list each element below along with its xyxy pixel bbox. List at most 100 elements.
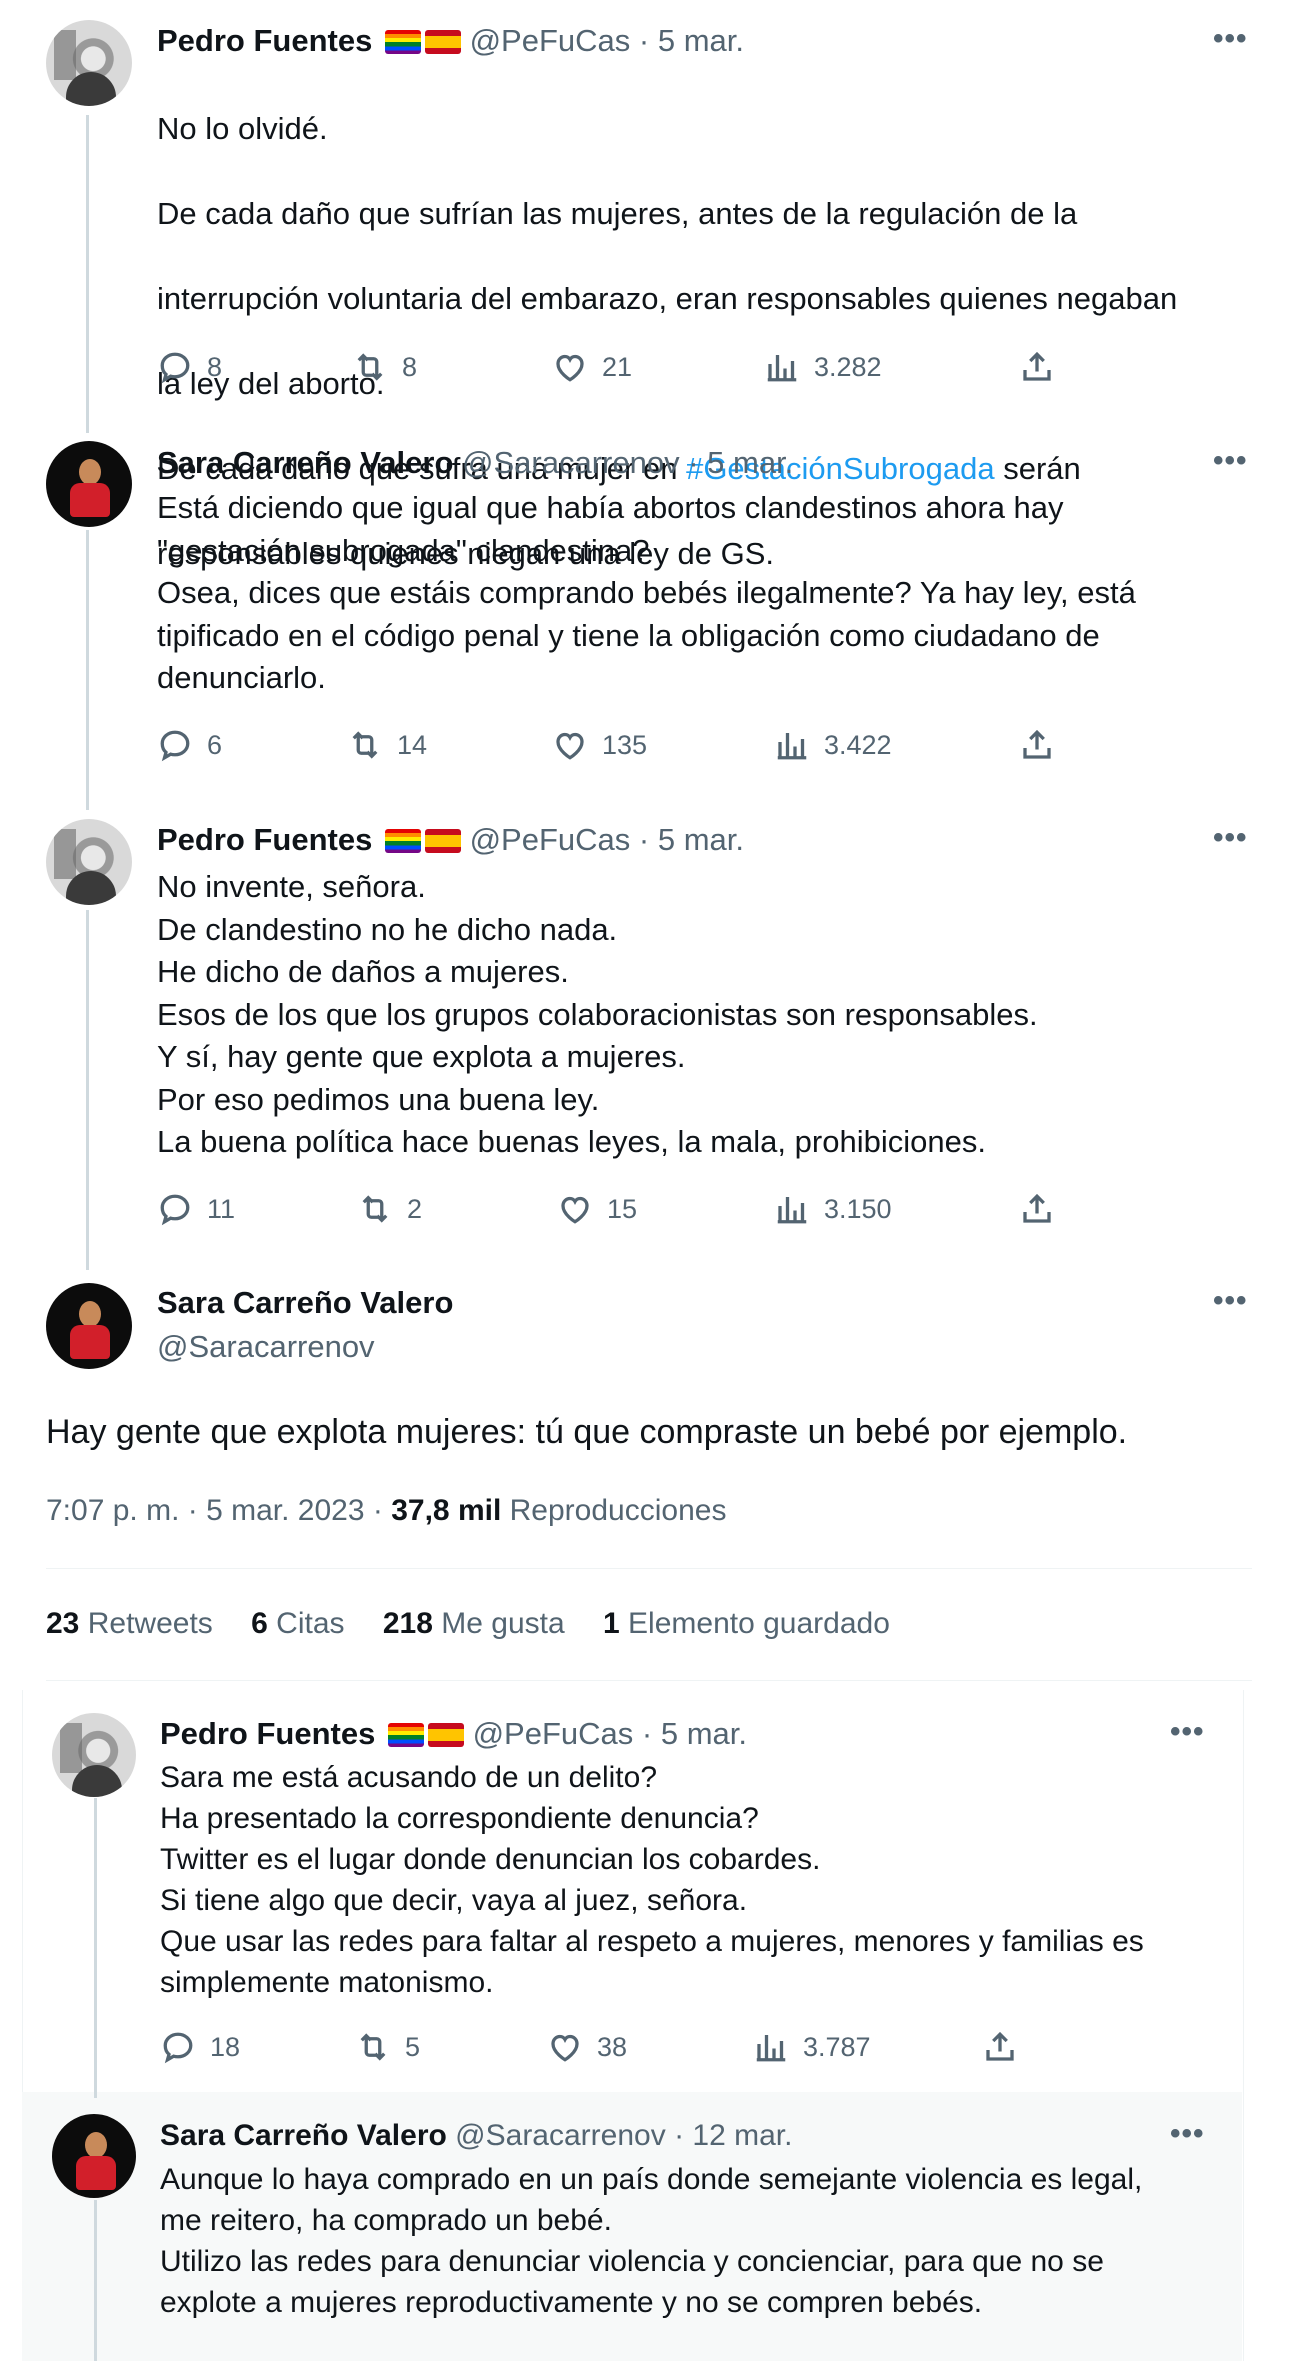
saves-stat[interactable]: 1 Elemento guardado <box>603 1607 890 1640</box>
reply-button[interactable]: 8 <box>157 349 222 385</box>
avatar[interactable] <box>46 441 132 527</box>
author-name[interactable]: Sara Carreño Valero <box>157 1283 453 1323</box>
more-options-icon[interactable]: ••• <box>1213 1284 1248 1318</box>
reply-icon <box>163 2032 193 2064</box>
likes-label: Me gusta <box>441 1607 565 1640</box>
views-button[interactable]: 3.150 <box>774 1191 892 1227</box>
reply-count: 8 <box>207 351 223 382</box>
separator: · <box>638 822 650 857</box>
views-icon <box>777 733 807 760</box>
reply-button[interactable]: 6 <box>157 727 222 763</box>
divider <box>46 1680 1252 1681</box>
tweet-header: Pedro Fuentes @PeFuCas · 5 mar. <box>157 21 744 61</box>
tweet-date[interactable]: 5 mar. <box>658 822 744 857</box>
text-line: interrupción voluntaria del embarazo, er… <box>157 280 1178 316</box>
views-button[interactable]: 3.422 <box>774 727 892 763</box>
like-icon <box>561 1196 589 1224</box>
tweet-text: Aunque lo haya comprado en un país donde… <box>160 2163 1143 2319</box>
more-options-icon[interactable]: ••• <box>1170 2117 1205 2151</box>
tweet-actions: 11 2 15 3.150 <box>157 1191 1057 1231</box>
retweet-button[interactable]: 8 <box>352 349 417 385</box>
separator: · <box>638 23 650 58</box>
likes-stat[interactable]: 218 Me gusta <box>383 1607 565 1640</box>
tweet-date[interactable]: 5 mar. <box>661 1716 747 1751</box>
quotes-label: Citas <box>276 1607 345 1640</box>
avatar[interactable] <box>46 1283 132 1369</box>
retweet-button[interactable]: 2 <box>357 1191 422 1227</box>
author-name[interactable]: Pedro Fuentes <box>157 23 372 58</box>
author-name[interactable]: Pedro Fuentes <box>160 1716 375 1751</box>
retweet-count: 8 <box>402 351 418 382</box>
views-icon <box>767 355 797 382</box>
saves-count: 1 <box>603 1607 620 1640</box>
share-icon <box>1023 1193 1051 1223</box>
views-icon <box>777 1197 807 1224</box>
author-handle[interactable]: @Saracarrenov <box>157 1327 375 1367</box>
reply-button[interactable]: 11 <box>157 1191 235 1227</box>
reply-button[interactable]: 18 <box>160 2029 240 2065</box>
retweet-button[interactable]: 14 <box>347 727 427 763</box>
tweet-date[interactable]: 5 mar. <box>707 445 793 480</box>
author-name[interactable]: Sara Carreño Valero <box>160 2119 447 2152</box>
text-line: No lo olvidé. <box>157 110 328 146</box>
author-handle[interactable]: @PeFuCas <box>470 822 631 857</box>
like-button[interactable]: 135 <box>552 727 647 763</box>
views-button[interactable]: 3.787 <box>753 2029 871 2065</box>
spain-flag-icon <box>424 829 461 853</box>
reply-count: 11 <box>207 1193 236 1224</box>
author-name[interactable]: Sara Carreño Valero <box>157 445 453 480</box>
like-button[interactable]: 21 <box>552 349 632 385</box>
retweet-icon <box>360 2033 386 2061</box>
tweet-header: Pedro Fuentes @PeFuCas · 5 mar. <box>157 820 744 860</box>
share-button[interactable] <box>1019 727 1055 763</box>
tweet-header: Pedro Fuentes @PeFuCas · 5 mar. <box>160 1714 747 1754</box>
tweet-actions: 6 14 135 3.422 <box>157 727 1057 767</box>
avatar[interactable] <box>46 20 132 106</box>
tweet-text: Está diciendo que igual que había aborto… <box>157 490 1136 695</box>
views-button[interactable]: 3.282 <box>764 349 882 385</box>
share-button[interactable] <box>982 2029 1018 2065</box>
avatar[interactable] <box>52 1713 136 1797</box>
retweet-button[interactable]: 5 <box>355 2029 420 2065</box>
avatar[interactable] <box>52 2114 136 2198</box>
more-options-icon[interactable]: ••• <box>1170 1715 1205 1749</box>
tweet-date[interactable]: 12 mar. <box>692 2119 792 2152</box>
like-button[interactable]: 15 <box>557 1191 637 1227</box>
tweet-date[interactable]: 5 mar. 2023 <box>206 1494 364 1527</box>
tweet-text: Sara me está acusando de un delito? Ha p… <box>160 1761 1144 1999</box>
separator: · <box>372 1494 383 1527</box>
thread-line <box>94 1798 97 2098</box>
share-button[interactable] <box>1019 1191 1055 1227</box>
avatar[interactable] <box>46 819 132 905</box>
more-options-icon[interactable]: ••• <box>1213 821 1248 855</box>
like-button[interactable]: 38 <box>547 2029 627 2065</box>
tweet-meta: 7:07 p. m. · 5 mar. 2023 · 37,8 mil Repr… <box>46 1494 726 1528</box>
views-label: Reproducciones <box>509 1494 727 1527</box>
separator: · <box>641 1716 653 1751</box>
like-icon <box>556 354 584 382</box>
more-options-icon[interactable]: ••• <box>1213 22 1248 56</box>
thread-line <box>86 910 89 1270</box>
share-icon <box>1023 351 1051 381</box>
more-options-icon[interactable]: ••• <box>1213 444 1248 478</box>
spain-flag-icon <box>424 30 461 54</box>
reply-count: 6 <box>207 729 223 760</box>
author-handle[interactable]: @PeFuCas <box>470 23 631 58</box>
author-name[interactable]: Pedro Fuentes <box>157 822 372 857</box>
thread-line <box>86 115 89 433</box>
tweet-header: Sara Carreño Valero @Saracarrenov · 12 m… <box>160 2116 792 2156</box>
text-line: De cada daño que sufrían las mujeres, an… <box>157 195 1078 231</box>
tweet-time[interactable]: 7:07 p. m. <box>46 1494 179 1527</box>
like-count: 21 <box>602 351 633 382</box>
retweet-count: 14 <box>397 729 428 760</box>
retweets-stat[interactable]: 23 Retweets <box>46 1607 213 1640</box>
quotes-stat[interactable]: 6 Citas <box>251 1607 344 1640</box>
author-handle[interactable]: @Saracarrenov <box>455 2119 666 2152</box>
rainbow-flag-icon <box>387 1723 424 1747</box>
rainbow-flag-icon <box>384 30 421 54</box>
share-button[interactable] <box>1019 349 1055 385</box>
tweet-date[interactable]: 5 mar. <box>658 23 744 58</box>
author-handle[interactable]: @Saracarrenov <box>462 445 680 480</box>
separator: · <box>187 1494 198 1527</box>
author-handle[interactable]: @PeFuCas <box>473 1716 634 1751</box>
